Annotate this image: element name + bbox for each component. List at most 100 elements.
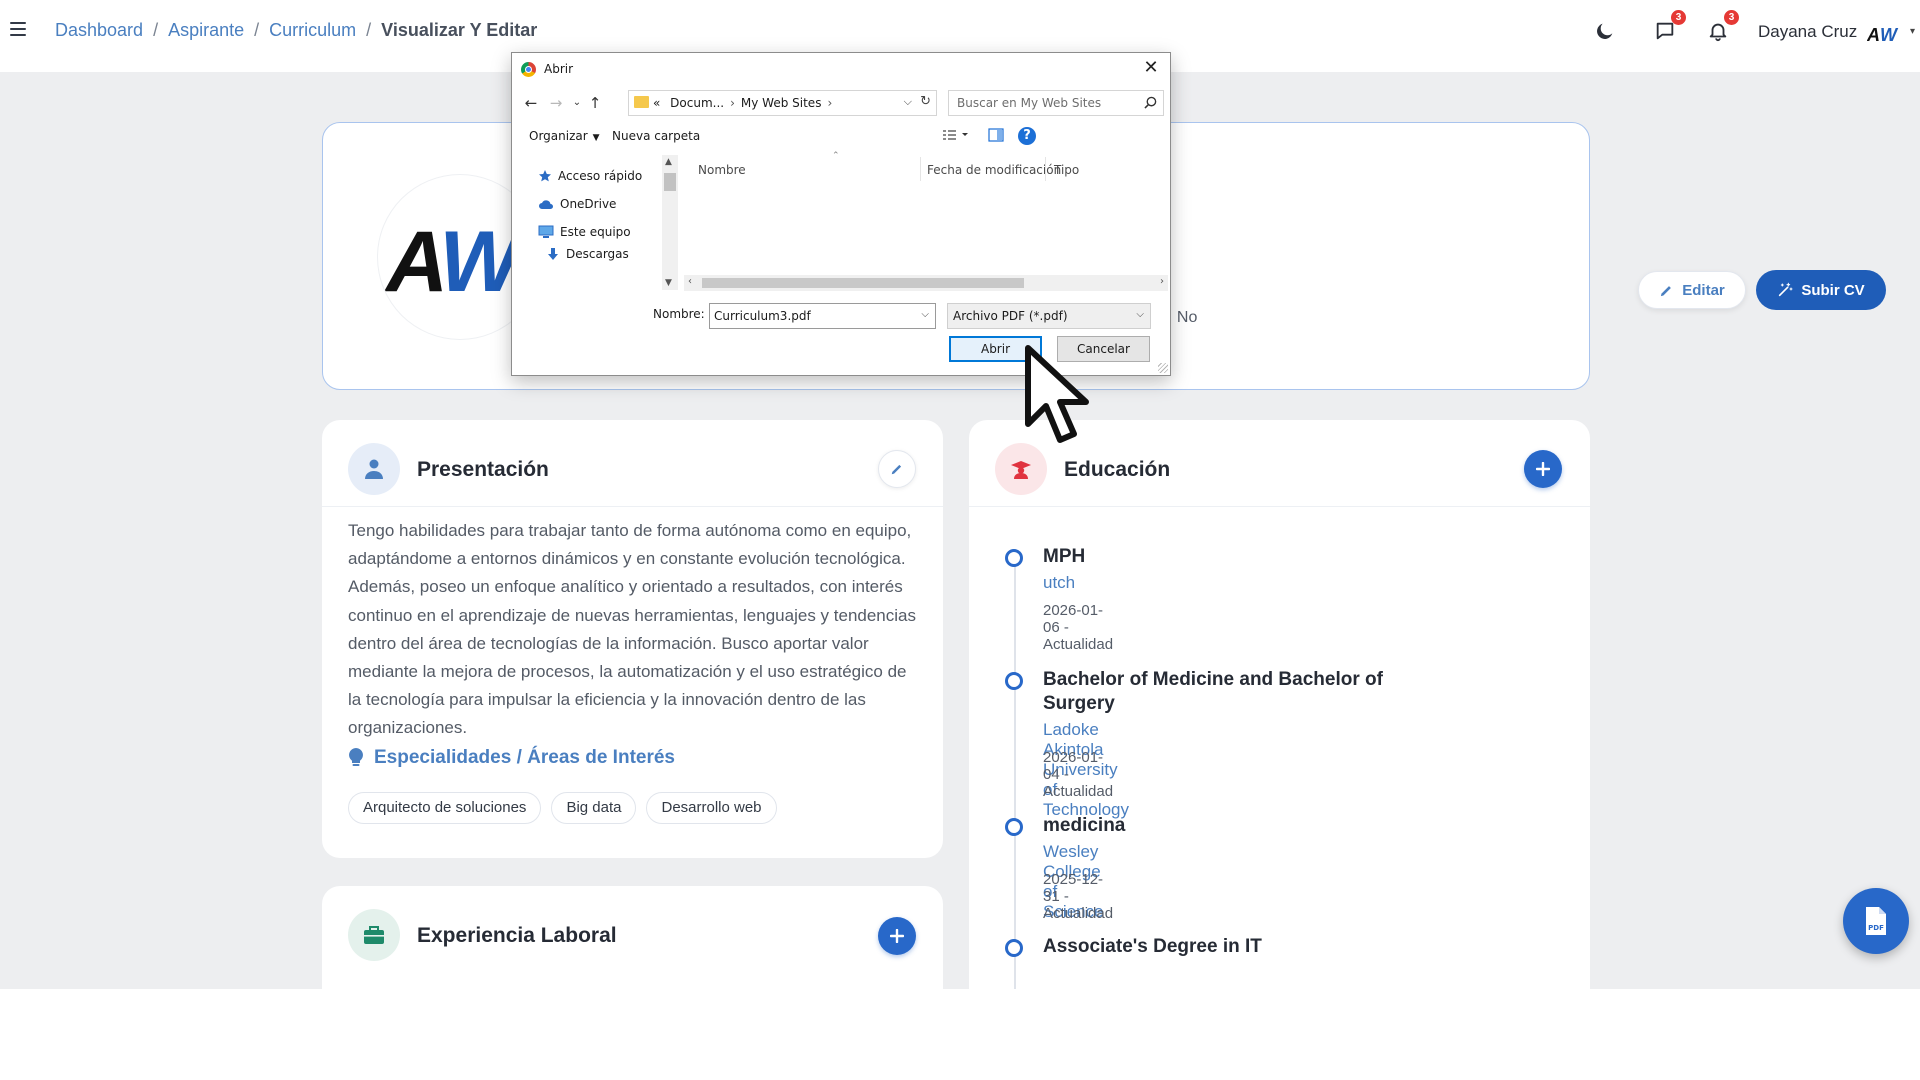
edit-profile-button[interactable]: Editar: [1638, 271, 1746, 309]
chevron-down-icon[interactable]: ▾: [1910, 26, 1915, 37]
path-segment-documents[interactable]: Docum...: [670, 96, 724, 110]
search-field[interactable]: [948, 90, 1164, 116]
nav-label: Acceso rápido: [558, 169, 643, 183]
breadcrumb-aspirante[interactable]: Aspirante: [168, 20, 244, 41]
scroll-up-icon[interactable]: ▲: [665, 157, 672, 167]
dialog-title: Abrir: [544, 62, 574, 76]
close-icon[interactable]: ✕: [1140, 58, 1162, 80]
navigation-scrollbar[interactable]: ▲ ▼: [662, 155, 678, 290]
cloud-icon: [539, 200, 553, 209]
path-segment-my-web-sites[interactable]: My Web Sites: [741, 96, 822, 110]
nav-label: Descargas: [566, 247, 629, 261]
nav-label: Este equipo: [560, 225, 631, 239]
chevron-right-icon[interactable]: ›: [827, 96, 832, 110]
breadcrumb: Dashboard / Aspirante / Curriculum / Vis…: [55, 20, 537, 41]
briefcase-icon: [348, 909, 400, 961]
sort-up-icon: ⌃: [832, 151, 840, 161]
specialty-tag: Desarrollo web: [646, 792, 777, 824]
preview-pane-icon[interactable]: [988, 127, 1004, 146]
chevron-down-icon[interactable]: ⌵: [904, 95, 912, 109]
logo-letter-a: A: [386, 214, 443, 310]
file-list-scrollbar[interactable]: ‹ ›: [684, 275, 1168, 291]
view-options-icon[interactable]: [942, 127, 970, 146]
notifications-button[interactable]: 3: [1707, 10, 1739, 44]
nav-item-quick-access[interactable]: Acceso rápido: [538, 169, 642, 183]
chat-icon: [1656, 22, 1674, 40]
scroll-down-icon[interactable]: ▼: [665, 278, 672, 288]
file-list-pane[interactable]: ⌃ Nombre Fecha de modificación Tipo: [684, 151, 1168, 291]
menu-icon[interactable]: [10, 22, 26, 36]
help-icon[interactable]: ?: [1018, 127, 1036, 145]
upload-cv-button[interactable]: Subir CV: [1756, 270, 1886, 310]
specialties-title: Especialidades / Áreas de Interés: [374, 747, 675, 768]
column-header-name[interactable]: Nombre: [698, 163, 746, 177]
profile-info-text: : No: [1168, 309, 1198, 326]
organize-menu[interactable]: Organizar ▼: [529, 129, 600, 143]
timeline-dot: [1005, 672, 1023, 690]
dialog-navbar: ← → ⌄ ↑ « Docum... › My Web Sites › ⌵ ↻: [512, 85, 1170, 121]
edit-profile-label: Editar: [1682, 281, 1725, 299]
address-bar[interactable]: « Docum... › My Web Sites › ⌵ ↻: [628, 90, 937, 116]
chevron-down-icon[interactable]: ⌵: [921, 309, 929, 320]
chrome-icon: [521, 62, 536, 77]
nav-item-onedrive[interactable]: OneDrive: [538, 197, 616, 211]
filetype-select[interactable]: Archivo PDF (*.pdf) ⌵: [947, 303, 1151, 329]
svg-text:A: A: [1867, 25, 1879, 43]
recent-locations-chevron-icon[interactable]: ⌄: [568, 94, 586, 112]
specialty-tag: Arquitecto de soluciones: [348, 792, 542, 824]
refresh-icon[interactable]: ↻: [920, 94, 931, 109]
scrollbar-thumb[interactable]: [664, 173, 676, 191]
avatar[interactable]: AW: [1865, 14, 1905, 54]
path-prefix: «: [653, 96, 661, 110]
download-pdf-button[interactable]: PDF: [1843, 888, 1909, 954]
bell-icon: [1709, 23, 1727, 42]
specialty-tag: Big data: [551, 792, 637, 824]
breadcrumb-current: Visualizar Y Editar: [381, 20, 538, 40]
upload-cv-label: Subir CV: [1801, 281, 1865, 299]
column-separator[interactable]: [1045, 157, 1046, 181]
messages-button[interactable]: 3: [1654, 10, 1686, 44]
breadcrumb-separator: /: [254, 20, 260, 40]
chevron-right-icon[interactable]: ›: [730, 96, 735, 110]
edit-presentation-button[interactable]: [878, 450, 916, 488]
breadcrumb-curriculum[interactable]: Curriculum: [269, 20, 356, 41]
svg-text:PDF: PDF: [1868, 924, 1884, 932]
column-separator[interactable]: [920, 157, 921, 181]
experience-card-header: Experiencia Laboral: [322, 886, 943, 973]
logo-letter-w: W: [439, 214, 520, 310]
scrollbar-thumb[interactable]: [702, 278, 1024, 288]
search-input[interactable]: [949, 91, 1139, 115]
presentation-card-header: Presentación: [322, 420, 943, 507]
dialog-titlebar[interactable]: Abrir ✕: [512, 53, 1170, 85]
resize-grip[interactable]: [1158, 363, 1168, 373]
specialties-heading: Especialidades / Áreas de Interés: [348, 747, 675, 769]
add-education-button[interactable]: [1524, 450, 1562, 488]
scroll-right-icon[interactable]: ›: [1160, 276, 1164, 287]
filename-input[interactable]: [710, 304, 910, 328]
add-experience-button[interactable]: [878, 917, 916, 955]
breadcrumb-separator: /: [366, 20, 372, 40]
chevron-down-icon: ⌵: [1136, 309, 1144, 320]
back-arrow-icon[interactable]: ←: [522, 94, 540, 112]
education-dates: 2026-01-06 - Actualidad: [1043, 602, 1114, 653]
timeline-dot: [1005, 818, 1023, 836]
breadcrumb-dashboard[interactable]: Dashboard: [55, 20, 143, 41]
presentation-card: Presentación Tengo habilidades para trab…: [322, 420, 943, 858]
column-header-type[interactable]: Tipo: [1054, 163, 1079, 177]
folder-icon: [634, 96, 649, 108]
forward-arrow-icon[interactable]: →: [547, 94, 565, 112]
pencil-icon: [891, 464, 902, 475]
education-degree: medicina: [1043, 815, 1126, 836]
up-arrow-icon[interactable]: ↑: [586, 94, 604, 112]
nav-item-downloads[interactable]: Descargas: [546, 247, 629, 261]
breadcrumb-separator: /: [153, 20, 159, 40]
user-name[interactable]: Dayana Cruz: [1758, 22, 1857, 42]
filename-combobox[interactable]: ⌵: [709, 303, 936, 329]
filename-label: Nombre:: [653, 307, 705, 321]
nav-item-this-pc[interactable]: Este equipo: [538, 225, 631, 239]
mouse-cursor-icon: [1025, 345, 1089, 443]
new-folder-button[interactable]: Nueva carpeta: [612, 129, 700, 143]
column-header-modified[interactable]: Fecha de modificación: [927, 163, 1061, 177]
scroll-left-icon[interactable]: ‹: [688, 276, 692, 287]
moon-icon[interactable]: [1594, 20, 1618, 44]
